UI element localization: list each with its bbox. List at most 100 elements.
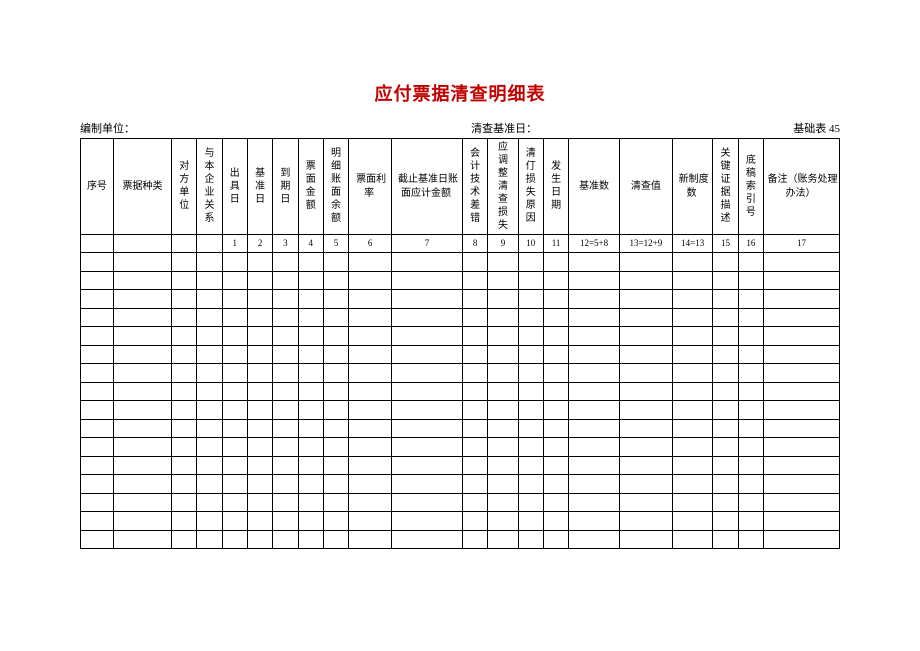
table-cell xyxy=(713,253,738,272)
table-cell xyxy=(488,401,518,420)
table-cell xyxy=(619,456,672,475)
col-截止基准日账面应计金额: 截止基准日账面应计金额 xyxy=(392,139,463,235)
table-cell xyxy=(543,530,568,549)
table-cell xyxy=(222,308,247,327)
table-cell xyxy=(81,493,114,512)
table-cell xyxy=(273,327,298,346)
table-cell xyxy=(172,475,197,494)
table-cell xyxy=(543,438,568,457)
table-cell xyxy=(738,290,763,309)
table-cell xyxy=(222,401,247,420)
table-cell xyxy=(713,512,738,531)
formula-cell: 8 xyxy=(462,235,487,253)
table-cell xyxy=(488,438,518,457)
table-cell xyxy=(569,419,620,438)
table-cell xyxy=(569,327,620,346)
table-cell xyxy=(273,308,298,327)
table-cell xyxy=(569,345,620,364)
table-cell xyxy=(462,253,487,272)
table-cell xyxy=(488,345,518,364)
formula-cell: 14=13 xyxy=(672,235,712,253)
col-会计技术差错: 会计技术差错 xyxy=(462,139,487,235)
formula-cell: 10 xyxy=(518,235,543,253)
table-cell xyxy=(273,419,298,438)
table-cell xyxy=(543,419,568,438)
table-cell xyxy=(298,475,323,494)
table-cell xyxy=(222,438,247,457)
table-cell xyxy=(392,475,463,494)
table-cell xyxy=(392,364,463,383)
table-cell xyxy=(81,456,114,475)
table-cell xyxy=(672,253,712,272)
table-cell xyxy=(738,327,763,346)
table-cell xyxy=(349,364,392,383)
col-关键证据描述: 关键证据描述 xyxy=(713,139,738,235)
table-cell xyxy=(738,253,763,272)
table-cell xyxy=(222,530,247,549)
table-cell xyxy=(543,327,568,346)
table-cell xyxy=(197,382,222,401)
table-cell xyxy=(713,475,738,494)
table-cell xyxy=(462,345,487,364)
table-cell xyxy=(197,419,222,438)
table-cell xyxy=(197,364,222,383)
table-cell xyxy=(672,345,712,364)
table-cell xyxy=(543,512,568,531)
col-基准数: 基准数 xyxy=(569,139,620,235)
table-cell xyxy=(672,438,712,457)
table-cell xyxy=(197,327,222,346)
table-cell xyxy=(392,456,463,475)
table-cell xyxy=(488,327,518,346)
table-cell xyxy=(298,271,323,290)
table-cell xyxy=(172,456,197,475)
table-cell xyxy=(619,512,672,531)
table-cell xyxy=(764,512,840,531)
table-cell xyxy=(764,327,840,346)
table-cell xyxy=(543,456,568,475)
table-cell xyxy=(349,419,392,438)
table-cell xyxy=(713,530,738,549)
formula-cell: 13=12+9 xyxy=(619,235,672,253)
table-cell xyxy=(273,271,298,290)
table-cell xyxy=(323,438,348,457)
table-cell xyxy=(518,512,543,531)
table-cell xyxy=(197,253,222,272)
table-cell xyxy=(349,382,392,401)
col-到期日: 到期日 xyxy=(273,139,298,235)
table-row xyxy=(81,382,840,401)
table-cell xyxy=(543,345,568,364)
table-cell xyxy=(172,419,197,438)
table-cell xyxy=(569,530,620,549)
table-cell xyxy=(349,456,392,475)
table-cell xyxy=(569,493,620,512)
table-cell xyxy=(738,308,763,327)
table-cell xyxy=(518,364,543,383)
table-cell xyxy=(81,382,114,401)
table-cell xyxy=(273,253,298,272)
table-cell xyxy=(197,308,222,327)
table-cell xyxy=(113,382,171,401)
table-cell xyxy=(349,290,392,309)
formula-cell: 9 xyxy=(488,235,518,253)
table-cell xyxy=(619,345,672,364)
table-cell xyxy=(488,475,518,494)
table-cell xyxy=(738,456,763,475)
table-cell xyxy=(713,419,738,438)
table-row xyxy=(81,308,840,327)
table-row xyxy=(81,364,840,383)
table-cell xyxy=(273,401,298,420)
table-cell xyxy=(349,438,392,457)
table-cell xyxy=(488,271,518,290)
table-cell xyxy=(113,493,171,512)
table-cell xyxy=(247,530,272,549)
col-清仃损失原因: 清仃损失原因 xyxy=(518,139,543,235)
table-cell xyxy=(323,419,348,438)
table-cell xyxy=(298,327,323,346)
col-出具日: 出具日 xyxy=(222,139,247,235)
table-cell xyxy=(247,327,272,346)
table-cell xyxy=(222,253,247,272)
formula-cell: 12=5+8 xyxy=(569,235,620,253)
table-cell xyxy=(247,364,272,383)
table-cell xyxy=(81,253,114,272)
table-cell xyxy=(462,475,487,494)
